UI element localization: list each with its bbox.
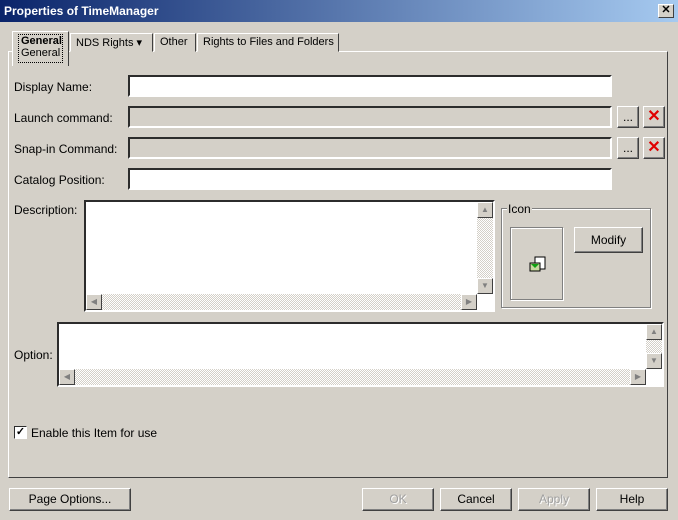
tab-general-sublabel: General xyxy=(21,47,61,59)
window-title: Properties of TimeManager xyxy=(4,4,159,18)
option-hscroll[interactable]: ◀ ▶ xyxy=(59,369,646,385)
launch-browse-button[interactable]: ... xyxy=(617,106,639,128)
apply-button[interactable]: Apply xyxy=(518,488,590,511)
launch-command-label: Launch command: xyxy=(14,111,113,125)
scroll-right-icon[interactable]: ▶ xyxy=(461,294,477,310)
scroll-down-icon[interactable]: ▼ xyxy=(477,278,493,294)
catalog-position-label: Catalog Position: xyxy=(14,173,105,187)
enable-item-label[interactable]: Enable this Item for use xyxy=(31,426,157,440)
tab-general-label: General xyxy=(21,35,62,47)
display-name-input[interactable] xyxy=(128,75,612,97)
help-button[interactable]: Help xyxy=(596,488,668,511)
title-bar: Properties of TimeManager xyxy=(0,0,678,22)
scroll-right-icon[interactable]: ▶ xyxy=(630,369,646,385)
option-label: Option: xyxy=(14,348,53,362)
display-name-label: Display Name: xyxy=(14,80,93,94)
option-value xyxy=(59,324,646,369)
description-label: Description: xyxy=(14,203,78,217)
snapin-clear-button[interactable]: ✕ xyxy=(643,137,665,159)
launch-clear-button[interactable]: ✕ xyxy=(643,106,665,128)
scroll-up-icon[interactable]: ▲ xyxy=(477,202,493,218)
description-hscroll[interactable]: ◀ ▶ xyxy=(86,294,477,310)
scroll-left-icon[interactable]: ◀ xyxy=(86,294,102,310)
cancel-button[interactable]: Cancel xyxy=(440,488,512,511)
scroll-down-icon[interactable]: ▼ xyxy=(646,353,662,369)
ok-button[interactable]: OK xyxy=(362,488,434,511)
option-vscroll[interactable]: ▲ ▼ xyxy=(646,324,662,369)
icon-preview xyxy=(510,227,563,300)
snapin-command-label: Snap-in Command: xyxy=(14,142,118,156)
snapin-command-input[interactable] xyxy=(128,137,612,159)
app-envelope-icon xyxy=(529,256,546,272)
icon-group-label: Icon xyxy=(507,202,532,216)
modify-icon-button[interactable]: Modify xyxy=(574,227,643,253)
option-textarea[interactable]: ▲ ▼ ◀ ▶ xyxy=(57,322,664,387)
scroll-left-icon[interactable]: ◀ xyxy=(59,369,75,385)
close-button[interactable]: ✕ xyxy=(658,4,674,18)
launch-command-input[interactable] xyxy=(128,106,612,128)
tab-general[interactable]: General General xyxy=(12,31,69,66)
tab-rights-files-folders[interactable]: Rights to Files and Folders xyxy=(197,33,339,52)
description-vscroll[interactable]: ▲ ▼ xyxy=(477,202,493,294)
page-options-button[interactable]: Page Options... xyxy=(9,488,131,511)
snapin-browse-button[interactable]: ... xyxy=(617,137,639,159)
enable-item-checkbox[interactable]: ✓ xyxy=(14,426,27,439)
description-value xyxy=(86,202,477,294)
scroll-up-icon[interactable]: ▲ xyxy=(646,324,662,340)
tab-nds-rights[interactable]: NDS Rights ▾ xyxy=(70,33,153,52)
description-textarea[interactable]: ▲ ▼ ◀ ▶ xyxy=(84,200,495,312)
catalog-position-input[interactable] xyxy=(128,168,612,190)
tab-other[interactable]: Other xyxy=(154,33,196,52)
